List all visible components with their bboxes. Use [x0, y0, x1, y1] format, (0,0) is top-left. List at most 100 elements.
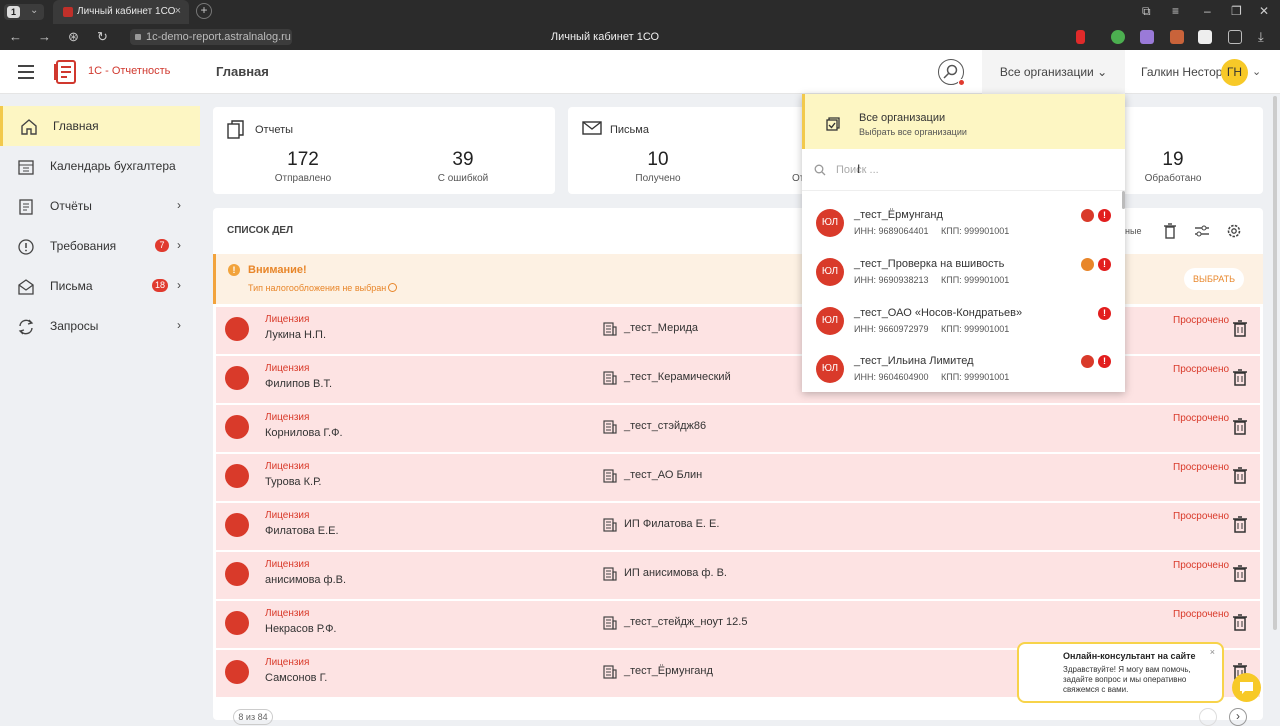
task-org: _тест_Мерида — [624, 322, 699, 334]
share-icon[interactable] — [1228, 30, 1242, 44]
download-icon[interactable]: ⤓ — [1258, 29, 1264, 45]
page-scrollbar[interactable] — [1273, 96, 1277, 630]
select-all-orgs[interactable]: Все организации Выбрать все организации — [802, 94, 1125, 149]
license-icon — [1081, 209, 1094, 222]
error-count: 39 — [452, 149, 474, 170]
trash-icon[interactable] — [1232, 466, 1248, 484]
trash-icon[interactable] — [1232, 613, 1248, 631]
sidebar-item-calendar[interactable]: Календарь бухгалтера — [0, 146, 200, 186]
table-row[interactable]: Лицензия Корнилова Г.Ф. _тест_стэйдж86 П… — [216, 405, 1260, 452]
sidebar-item-requirements[interactable]: Требования 7 › — [0, 226, 200, 266]
task-person: Филипов В.Т. — [265, 378, 332, 390]
chat-widget[interactable]: Онлайн-консультант на сайте Здравствуйте… — [1017, 642, 1224, 703]
list-item[interactable]: ЮЛ _тест_ОАО «Носов-Кондратьев» ИНН: 966… — [802, 296, 1122, 345]
status-badge: Просрочено — [1173, 462, 1230, 473]
browser-chrome: 1 ⌄ Личный кабинет 1СО × + ⧉ ≡ – ❐ ✕ ← →… — [0, 0, 1280, 50]
status-badge: Просрочено — [1173, 511, 1230, 522]
minimize-icon[interactable]: – — [1204, 4, 1211, 18]
org-selector[interactable]: Все организации ⌄ — [982, 50, 1125, 94]
pen-extension-icon[interactable] — [1140, 30, 1154, 44]
sidebar-item-requests[interactable]: Запросы › — [0, 306, 200, 346]
task-kind: Лицензия — [265, 510, 310, 521]
shield-extension-icon[interactable] — [1111, 30, 1125, 44]
text-cursor-icon: I — [857, 162, 861, 176]
tools-extension-icon[interactable] — [1170, 30, 1184, 44]
tabs-icon[interactable]: ⧉ — [1142, 4, 1151, 19]
browser-tab[interactable]: Личный кабинет 1СО × — [53, 0, 189, 24]
key-icon[interactable] — [938, 59, 965, 86]
prev-page-button[interactable] — [1199, 708, 1217, 726]
table-row[interactable]: Лицензия Некрасов Р.Ф. _тест_стейдж_ноут… — [216, 601, 1260, 648]
exclamation-icon: ! — [1098, 258, 1111, 271]
checkbox-icon — [825, 116, 841, 132]
search-input[interactable] — [836, 161, 1096, 179]
logo-icon — [52, 58, 80, 86]
avatar: ЮЛ — [816, 307, 844, 335]
address-bar: ← → ⊛ ↻ 1c-demo-report.astralnalog.ru Ли… — [0, 24, 1280, 50]
sidebar-item-reports[interactable]: Отчёты › — [0, 186, 200, 226]
trash-icon[interactable] — [1232, 368, 1248, 386]
exclamation-icon: ! — [1098, 307, 1111, 320]
list-item[interactable]: ЮЛ _тест_Ильина Лимитед ИНН: 9604604900 … — [802, 344, 1122, 393]
chat-bubble-icon — [1240, 682, 1253, 694]
table-row[interactable]: Лицензия Турова К.Р. _тест_АО Блин Проср… — [216, 454, 1260, 501]
screen-extension-icon[interactable] — [1198, 30, 1212, 44]
processed-card[interactable]: 19 Обработано — [1118, 107, 1263, 194]
close-tab-icon[interactable]: × — [175, 5, 181, 17]
new-tab-button[interactable]: + — [196, 3, 212, 19]
tab-title: Личный кабинет 1СО — [77, 6, 176, 17]
sidebar: Главная Календарь бухгалтера Отчёты › Тр… — [0, 94, 200, 720]
org-name: _тест_Ильина Лимитед — [854, 355, 974, 367]
chevron-right-icon: › — [177, 278, 181, 292]
close-window-icon[interactable]: ✕ — [1259, 4, 1269, 18]
hamburger-menu-icon[interactable] — [18, 65, 34, 83]
workspace-number: 1 — [7, 6, 20, 18]
notification-dot — [958, 79, 965, 86]
chat-button[interactable] — [1232, 673, 1261, 702]
workspace-switcher[interactable]: 1 ⌄ — [4, 4, 44, 20]
info-icon[interactable] — [388, 283, 397, 292]
gear-icon[interactable] — [1225, 222, 1243, 240]
user-name[interactable]: Галкин Нестор — [1141, 65, 1222, 79]
status-badge: Просрочено — [1173, 315, 1230, 326]
filter-sliders-icon[interactable] — [1193, 222, 1211, 240]
license-icon — [225, 464, 249, 488]
org-name: _тест_Проверка на вшивость — [854, 258, 1005, 270]
list-item[interactable]: ЮЛ _тест_Ёрмунганд ИНН: 9689064401 КПП: … — [802, 198, 1122, 247]
sidebar-item-home[interactable]: Главная — [0, 106, 200, 146]
letters-card[interactable]: Письма 10 Получено От — [568, 107, 808, 194]
close-icon[interactable]: × — [1210, 647, 1215, 657]
trash-icon[interactable] — [1161, 222, 1179, 240]
page-title: Главная — [216, 64, 269, 79]
task-org: _тест_Ёрмунганд — [624, 665, 713, 677]
task-kind: Лицензия — [265, 363, 310, 374]
org-inn: ИНН: 9660972979 — [854, 324, 929, 334]
menu-icon[interactable]: ≡ — [1172, 4, 1179, 18]
org-inn: ИНН: 9604604900 — [854, 372, 929, 382]
org-selector-label: Все организации — [999, 65, 1094, 79]
trash-icon[interactable] — [1232, 319, 1248, 337]
search-icon — [814, 164, 826, 176]
sent-count: 172 — [287, 149, 319, 170]
task-org: _тест_АО Блин — [624, 469, 703, 481]
bookmark-icon[interactable] — [1076, 30, 1085, 44]
sidebar-item-letters[interactable]: Письма 18 › — [0, 266, 200, 306]
trash-icon[interactable] — [1232, 564, 1248, 582]
table-row[interactable]: Лицензия анисимова ф.В. ИП анисимова ф. … — [216, 552, 1260, 599]
list-item[interactable]: ЮЛ _тест_Проверка на вшивость ИНН: 96909… — [802, 247, 1122, 296]
maximize-icon[interactable]: ❐ — [1231, 4, 1242, 18]
select-taxation-button[interactable]: ВЫБРАТЬ — [1184, 268, 1244, 290]
reports-icon — [227, 120, 245, 140]
table-row[interactable]: Лицензия Филатова Е.Е. ИП Филатова Е. Е.… — [216, 503, 1260, 550]
brand-name[interactable]: 1С - Отчетность — [88, 65, 170, 77]
trash-icon[interactable] — [1232, 417, 1248, 435]
dropdown-scrollbar[interactable] — [1122, 191, 1125, 209]
license-icon — [225, 562, 249, 586]
task-kind: Лицензия — [265, 461, 310, 472]
chat-title: Онлайн-консультант на сайте — [1063, 651, 1196, 661]
next-page-button[interactable]: › — [1229, 708, 1247, 726]
chevron-down-icon[interactable]: ⌄ — [1252, 65, 1261, 78]
reports-card[interactable]: Отчеты 172 Отправлено 39 С ошибкой — [213, 107, 555, 194]
avatar[interactable]: ГН — [1221, 59, 1248, 86]
trash-icon[interactable] — [1232, 515, 1248, 533]
